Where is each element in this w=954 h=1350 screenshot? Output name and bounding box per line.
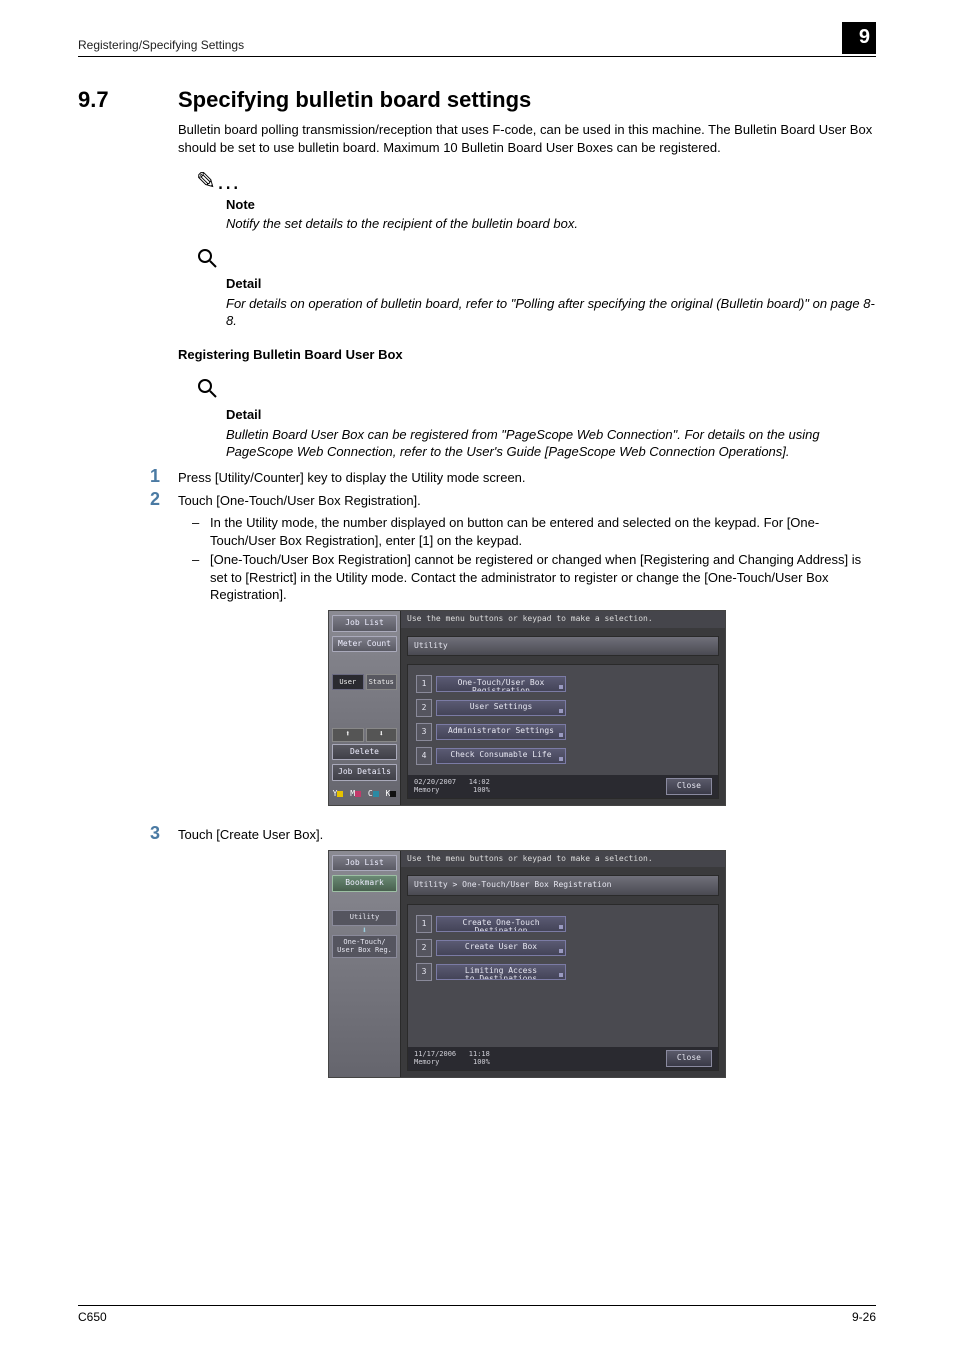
one-touch-reg-button[interactable]: One-Touch/User Box Registration (436, 676, 566, 692)
close-button[interactable]: Close (666, 1050, 712, 1067)
check-consumable-button[interactable]: Check Consumable Life (436, 748, 566, 764)
magnifier-icon (196, 247, 218, 274)
step-sub-bullet: [One-Touch/User Box Registration] cannot… (192, 551, 876, 604)
job-list-button[interactable]: Job List (332, 615, 397, 632)
hint-bar: Use the menu buttons or keypad to make a… (401, 611, 725, 628)
detail-label: Detail (226, 275, 876, 293)
hint-bar: Use the menu buttons or keypad to make a… (401, 851, 725, 868)
option-index: 3 (416, 723, 432, 741)
status-cell: Status (366, 674, 398, 690)
toner-y-icon: Y (332, 789, 344, 799)
detail-text: For details on operation of bulletin boa… (226, 295, 876, 330)
note-callout: ✎… Note Notify the set details to the re… (196, 170, 876, 233)
subsection-heading: Registering Bulletin Board User Box (178, 346, 876, 364)
create-user-box-button[interactable]: Create User Box (436, 940, 566, 956)
option-index: 2 (416, 699, 432, 717)
footer-left: C650 (78, 1310, 107, 1324)
option-index: 3 (416, 963, 432, 981)
footer-right: 9-26 (852, 1310, 876, 1324)
section-number: 9.7 (78, 87, 178, 113)
admin-settings-button[interactable]: Administrator Settings (436, 724, 566, 740)
option-index: 4 (416, 747, 432, 765)
breadcrumb: Utility > One-Touch/User Box Registratio… (407, 875, 719, 896)
note-text: Notify the set details to the recipient … (226, 215, 876, 233)
step-number: 3 (150, 824, 178, 1092)
tree-utility[interactable]: Utility (332, 910, 397, 926)
step-text: Press [Utility/Counter] key to display t… (178, 467, 876, 487)
user-settings-button[interactable]: User Settings (436, 700, 566, 716)
breadcrumb: Utility (407, 636, 719, 657)
scroll-up-button[interactable]: ⬆ (332, 728, 364, 742)
status-date-memory: 02/20/2007 14:02 Memory 100% (414, 779, 490, 794)
tree-one-touch[interactable]: One-Touch/ User Box Reg. (332, 935, 397, 958)
meter-count-button[interactable]: Meter Count (332, 636, 397, 653)
detail-label: Detail (226, 406, 876, 424)
running-title: Registering/Specifying Settings (78, 38, 244, 52)
limiting-access-button[interactable]: Limiting Access to Destinations (436, 964, 566, 980)
pencil-dots-icon: ✎… (196, 170, 240, 194)
detail-callout-2: Detail Bulletin Board User Box can be re… (196, 377, 876, 460)
toner-m-icon: M (350, 789, 362, 799)
scroll-down-button[interactable]: ⬇ (366, 728, 398, 742)
create-one-touch-button[interactable]: Create One-Touch Destination (436, 916, 566, 932)
note-label: Note (226, 196, 876, 214)
chapter-badge: 9 (842, 22, 876, 54)
intro-paragraph: Bulletin board polling transmission/rece… (178, 121, 876, 156)
user-name-cell: User Name (332, 674, 364, 690)
section-title: Specifying bulletin board settings (178, 87, 531, 113)
step-sub-bullet: In the Utility mode, the number displaye… (192, 514, 876, 549)
toner-k-icon: K (385, 789, 397, 799)
step-text: Touch [One-Touch/User Box Registration]. (178, 492, 876, 510)
detail-text: Bulletin Board User Box can be registere… (226, 426, 876, 461)
magnifier-icon (196, 377, 218, 404)
step-number: 2 (150, 490, 178, 820)
job-list-button[interactable]: Job List (332, 855, 397, 872)
utility-screen-1: Job List Meter Count User Name Status ⬆ … (328, 610, 726, 806)
utility-screen-2: Job List Bookmark Utility ⬇ One-Touch/ U… (328, 850, 726, 1078)
step-number: 1 (150, 467, 178, 487)
option-index: 1 (416, 675, 432, 693)
detail-callout-1: Detail For details on operation of bulle… (196, 247, 876, 330)
option-index: 1 (416, 915, 432, 933)
bookmark-button[interactable]: Bookmark (332, 875, 397, 892)
toner-c-icon: C (367, 789, 379, 799)
delete-button[interactable]: Delete (332, 744, 397, 761)
job-details-button[interactable]: Job Details (332, 764, 397, 781)
option-index: 2 (416, 939, 432, 957)
step-text: Touch [Create User Box]. (178, 826, 876, 844)
status-date-memory: 11/17/2006 11:18 Memory 100% (414, 1051, 490, 1066)
close-button[interactable]: Close (666, 778, 712, 795)
